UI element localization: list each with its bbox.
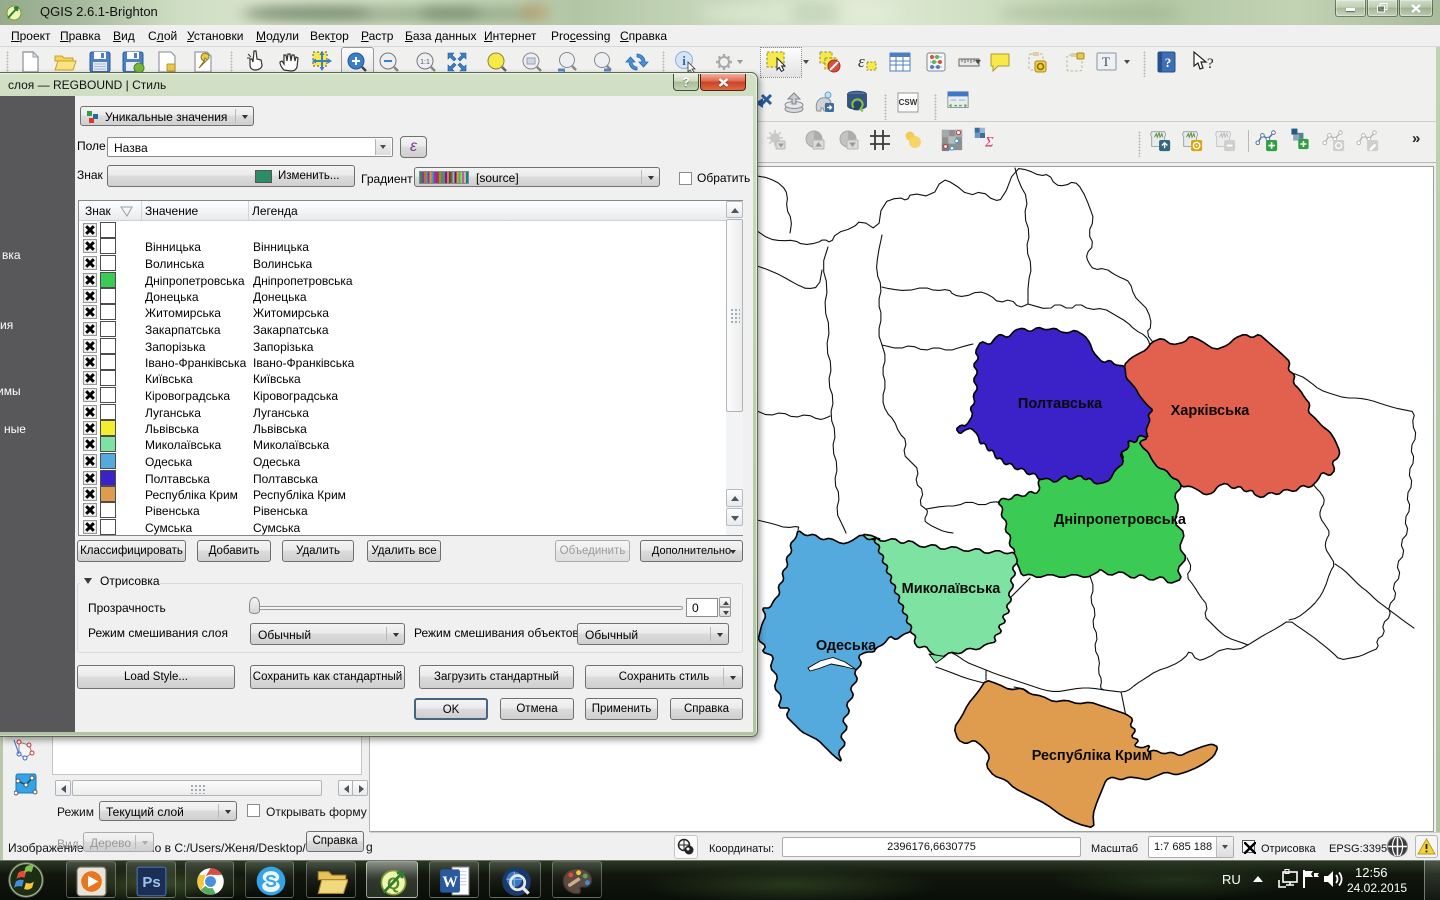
svg-text:Σ: Σ (984, 135, 994, 150)
svg-text:Дніпропетровська: Дніпропетровська (1054, 512, 1187, 528)
svg-text:T: T (1102, 54, 1110, 69)
svg-text:Полтавська: Полтавська (1018, 396, 1103, 412)
svg-text:Миколаївська: Миколаївська (902, 581, 1002, 597)
svg-text:i: i (682, 53, 686, 68)
svg-text:CSW: CSW (899, 98, 918, 107)
svg-text:ε: ε (858, 52, 865, 71)
svg-text:Республіка Крим: Республіка Крим (1032, 748, 1153, 764)
svg-text:Одеська: Одеська (816, 638, 877, 654)
svg-text:S: S (265, 871, 277, 891)
svg-text:Ps: Ps (142, 874, 160, 891)
svg-text:1:1: 1:1 (420, 59, 430, 66)
svg-text:W: W (442, 874, 458, 891)
svg-text:?: ? (1207, 56, 1214, 72)
svg-text:Харківська: Харківська (1171, 403, 1251, 419)
svg-text:?: ? (1165, 55, 1172, 70)
